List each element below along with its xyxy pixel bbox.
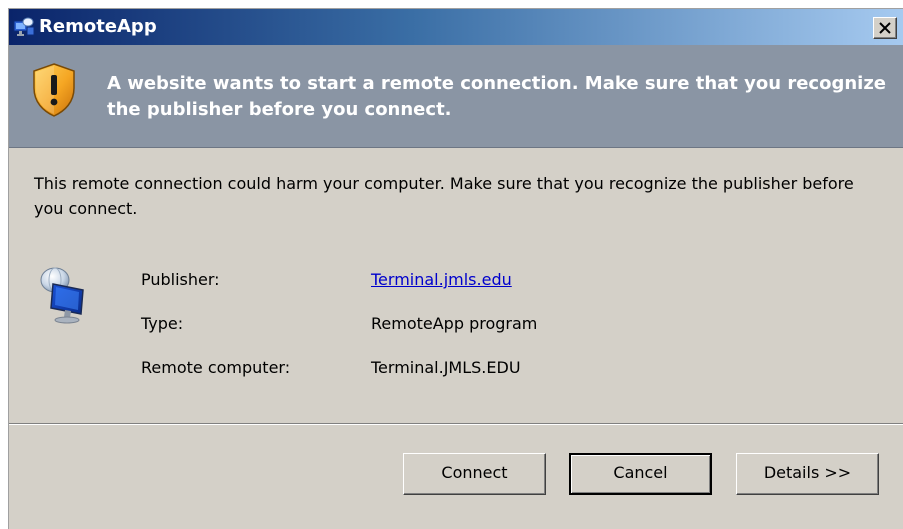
type-label: Type: — [141, 314, 184, 333]
window-title: RemoteApp — [39, 16, 157, 37]
remoteapp-dialog: RemoteApp A website wants to start a rem… — [8, 8, 903, 529]
type-value: RemoteApp program — [371, 314, 538, 333]
close-button[interactable] — [873, 17, 897, 39]
title-bar[interactable]: RemoteApp — [9, 9, 903, 45]
connect-button[interactable]: Connect — [403, 453, 546, 495]
remote-desktop-icon — [37, 264, 95, 326]
publisher-link[interactable]: Terminal.jmls.edu — [371, 269, 512, 291]
remote-computer-value: Terminal.JMLS.EDU — [371, 358, 521, 377]
warning-shield-icon — [31, 62, 77, 118]
warning-text: This remote connection could harm your c… — [34, 174, 854, 218]
separator — [9, 423, 903, 425]
header-message: A website wants to start a remote connec… — [107, 73, 887, 120]
remote-computer-label: Remote computer: — [141, 358, 291, 377]
publisher-label: Publisher: — [141, 270, 220, 289]
cancel-button[interactable]: Cancel — [569, 453, 712, 495]
remoteapp-icon — [13, 16, 35, 38]
details-button[interactable]: Details >> — [736, 453, 879, 495]
header-band: A website wants to start a remote connec… — [9, 45, 903, 148]
